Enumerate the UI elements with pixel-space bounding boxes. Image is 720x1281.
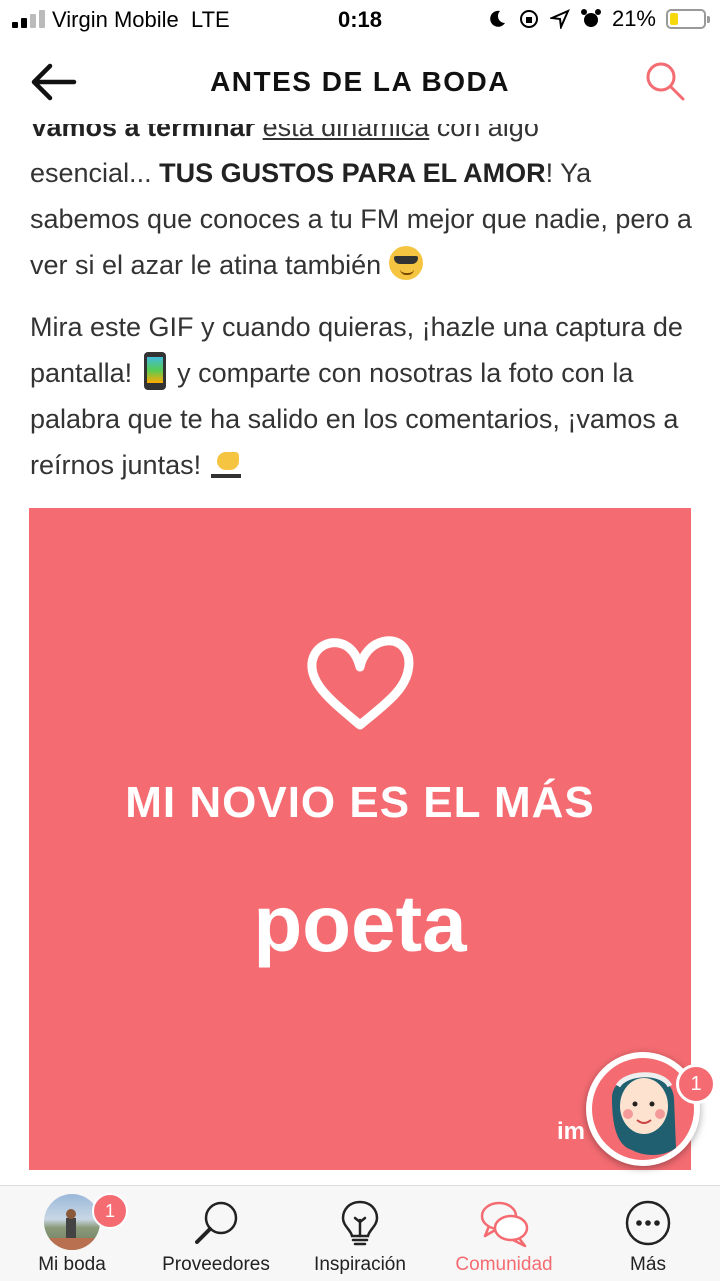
battery-icon bbox=[666, 9, 710, 29]
bottom-nav: 1 Mi boda Proveedores Inspiración Comuni… bbox=[0, 1185, 720, 1281]
nav-label: Inspiración bbox=[314, 1254, 406, 1275]
nav-item-mi-boda[interactable]: 1 Mi boda bbox=[0, 1186, 144, 1281]
gif-watermark: im bbox=[557, 1118, 586, 1145]
more-dots-icon bbox=[625, 1200, 671, 1246]
nav-item-mas[interactable]: Más bbox=[576, 1186, 720, 1281]
gif-caption: MI NOVIO ES EL MÁS bbox=[125, 778, 595, 827]
status-bar: Virgin Mobile LTE 0:18 21% bbox=[0, 0, 720, 40]
post-paragraph-1: Vamos a terminar esta dinámica con algo … bbox=[30, 112, 692, 280]
chat-bubbles-icon bbox=[480, 1201, 529, 1248]
sunglasses-emoji-icon bbox=[388, 246, 423, 280]
nav-label: Proveedores bbox=[162, 1254, 270, 1275]
nav-item-inspiracion[interactable]: Inspiración bbox=[288, 1186, 432, 1281]
post-paragraph-2: Mira este GIF y cuando quieras, ¡hazle u… bbox=[30, 312, 683, 480]
lightbulb-icon bbox=[341, 1200, 379, 1246]
rotation-lock-icon bbox=[519, 10, 538, 28]
heart-icon bbox=[307, 636, 414, 730]
post-gif[interactable]: MI NOVIO ES EL MÁS poeta im bbox=[29, 508, 691, 1170]
nav-label: Mi boda bbox=[38, 1254, 106, 1275]
writing-hand-emoji-icon bbox=[209, 446, 245, 480]
post-content: Vamos a terminar esta dinámica con algo … bbox=[0, 100, 720, 1185]
nav-badge: 1 bbox=[92, 1193, 128, 1229]
moon-icon bbox=[490, 10, 505, 27]
search-icon[interactable] bbox=[644, 60, 686, 102]
nav-item-proveedores[interactable]: Proveedores bbox=[144, 1186, 288, 1281]
battery-percent: 21% bbox=[611, 6, 656, 31]
chat-badge: 1 bbox=[676, 1064, 716, 1104]
location-icon bbox=[549, 9, 570, 29]
status-right: 21% bbox=[486, 6, 710, 32]
gif-word: poeta bbox=[253, 879, 467, 968]
nav-label: Más bbox=[630, 1254, 666, 1275]
profile-photo-icon bbox=[44, 1194, 100, 1250]
page-title: ANTES DE LA BODA bbox=[210, 66, 510, 97]
app-header: ANTES DE LA BODA bbox=[0, 40, 720, 124]
phone-emoji-icon bbox=[143, 352, 166, 390]
alarm-icon bbox=[580, 9, 601, 27]
chat-assistant-button[interactable]: 1 bbox=[586, 1052, 716, 1166]
magnifier-icon bbox=[195, 1201, 238, 1244]
nav-item-comunidad[interactable]: Comunidad bbox=[432, 1186, 576, 1281]
nav-label: Comunidad bbox=[455, 1254, 553, 1275]
